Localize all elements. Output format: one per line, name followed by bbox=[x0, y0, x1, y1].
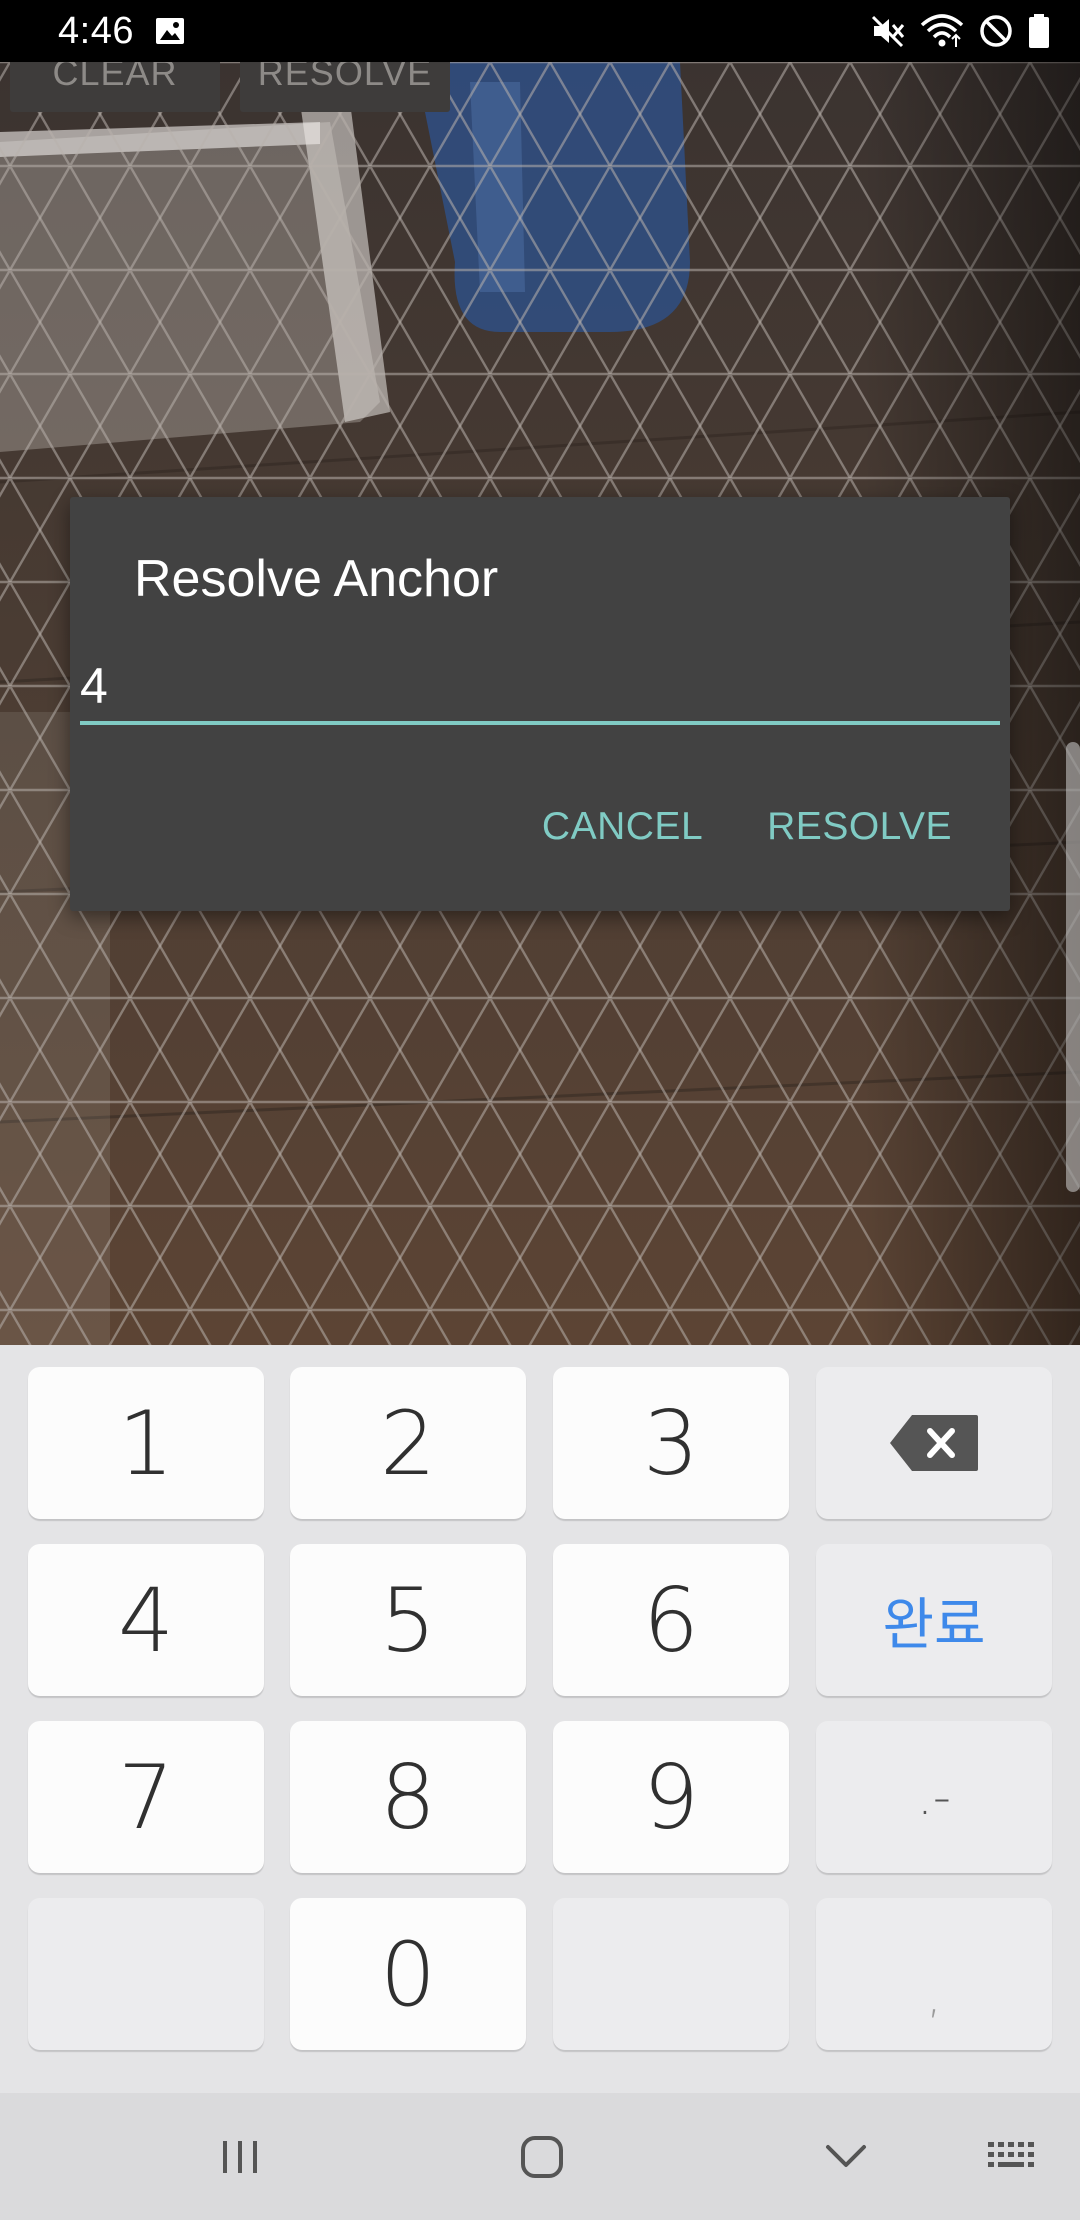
key-blank-left bbox=[28, 1898, 264, 2050]
key-done[interactable]: 완료 bbox=[816, 1544, 1052, 1696]
clear-button-label: CLEAR bbox=[52, 62, 178, 93]
cancel-button[interactable]: CANCEL bbox=[542, 805, 703, 849]
anchor-id-value: 4 bbox=[80, 658, 108, 714]
key-8[interactable]: 8 bbox=[290, 1721, 526, 1873]
gallery-icon bbox=[156, 18, 184, 44]
wifi-icon bbox=[920, 14, 964, 47]
keyboard-switch-button[interactable] bbox=[962, 2093, 1062, 2220]
dialog-actions: CANCEL RESOLVE bbox=[542, 805, 952, 849]
home-icon bbox=[521, 2135, 563, 2178]
mute-icon bbox=[871, 15, 905, 48]
numeric-keyboard: 1 2 3 4 5 6 완료 7 8 9 .- 0 , bbox=[0, 1345, 1080, 2093]
resolve-top-button[interactable]: RESOLVE bbox=[240, 62, 450, 112]
status-time: 4:46 bbox=[58, 10, 134, 52]
key-1[interactable]: 1 bbox=[28, 1367, 264, 1519]
key-9[interactable]: 9 bbox=[553, 1721, 789, 1873]
status-icons bbox=[870, 12, 1050, 50]
key-backspace[interactable] bbox=[816, 1367, 1052, 1519]
dialog-title: Resolve Anchor bbox=[134, 550, 499, 608]
home-button[interactable] bbox=[492, 2093, 592, 2220]
key-0[interactable]: 0 bbox=[290, 1898, 526, 2050]
resolve-top-button-label: RESOLVE bbox=[257, 62, 433, 93]
hide-keyboard-button[interactable] bbox=[796, 2093, 896, 2220]
navigation-bar bbox=[0, 2093, 1080, 2220]
keyboard-switch-icon bbox=[988, 2141, 1034, 2167]
key-7[interactable]: 7 bbox=[28, 1721, 264, 1873]
status-bar: 4:46 bbox=[0, 0, 1080, 62]
key-5[interactable]: 5 bbox=[290, 1544, 526, 1696]
key-4[interactable]: 4 bbox=[28, 1544, 264, 1696]
hide-keyboard-icon bbox=[826, 2144, 866, 2167]
key-3[interactable]: 3 bbox=[553, 1367, 789, 1519]
key-period-dash[interactable]: .- bbox=[816, 1721, 1052, 1873]
key-blank-middle bbox=[553, 1898, 789, 2050]
done-label: 완료 bbox=[882, 1592, 986, 1658]
resolve-anchor-dialog: Resolve Anchor 4 CANCEL RESOLVE bbox=[70, 497, 1010, 911]
battery-icon bbox=[1029, 14, 1049, 48]
do-not-disturb-icon bbox=[980, 15, 1012, 47]
key-comma[interactable]: , bbox=[816, 1898, 1052, 2050]
clear-button[interactable]: CLEAR bbox=[10, 62, 220, 112]
key-6[interactable]: 6 bbox=[553, 1544, 789, 1696]
comma-label: , bbox=[926, 1969, 942, 2023]
resolve-button[interactable]: RESOLVE bbox=[767, 805, 952, 849]
input-underline bbox=[80, 721, 1000, 725]
backspace-icon bbox=[890, 1415, 978, 1471]
key-2[interactable]: 2 bbox=[290, 1367, 526, 1519]
recent-apps-icon bbox=[223, 2140, 257, 2173]
period-dash-label: .- bbox=[917, 1768, 951, 1826]
anchor-id-input[interactable]: 4 bbox=[80, 647, 1000, 727]
recent-apps-button[interactable] bbox=[190, 2093, 290, 2220]
